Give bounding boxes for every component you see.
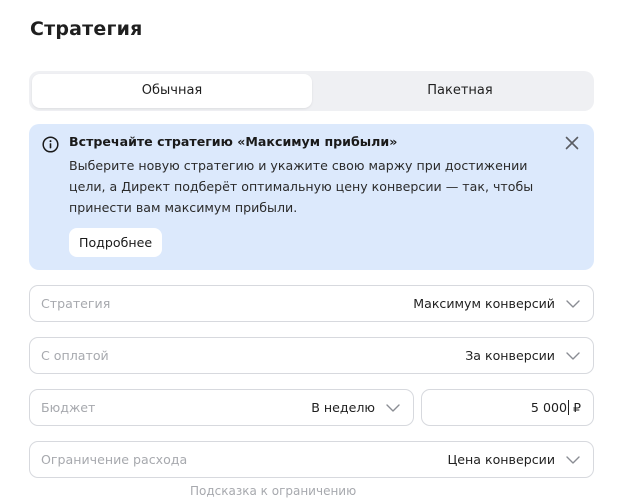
chevron-down-icon xyxy=(566,300,580,308)
budget-amount-value: 5 000 xyxy=(530,400,567,415)
hint-text: Подсказка к ограничению xyxy=(190,484,357,498)
spending-limit-value: Цена конверсии xyxy=(447,452,555,467)
strategy-label: Стратегия xyxy=(41,296,111,311)
chevron-down-icon xyxy=(566,352,580,360)
strategy-type-tabs: Обычная Пакетная xyxy=(29,71,594,111)
payment-value: За конверсии xyxy=(465,348,555,363)
payment-label: С оплатой xyxy=(41,348,109,363)
currency-symbol: ₽ xyxy=(572,400,581,415)
text-caret xyxy=(567,400,569,415)
banner-title: Встречайте стратегию «Максимум прибыли» xyxy=(69,134,398,149)
strategy-select[interactable]: Стратегия Максимум конверсий xyxy=(29,285,594,322)
chevron-down-icon xyxy=(386,404,400,412)
tab-package[interactable]: Пакетная xyxy=(329,74,591,108)
tab-regular[interactable]: Обычная xyxy=(32,74,312,108)
more-button[interactable]: Подробнее xyxy=(69,228,163,257)
spending-limit-label: Ограничение расхода xyxy=(41,452,188,467)
page-title: Стратегия xyxy=(30,18,143,40)
budget-amount-display: 5 000 ₽ xyxy=(531,390,581,425)
info-icon xyxy=(42,136,59,153)
spending-limit-select[interactable]: Ограничение расхода Цена конверсии xyxy=(29,441,594,478)
budget-amount-input[interactable]: 5 000 ₽ xyxy=(421,389,594,426)
chevron-down-icon xyxy=(566,456,580,464)
budget-period-value: В неделю xyxy=(311,400,375,415)
info-banner: Встречайте стратегию «Максимум прибыли» … xyxy=(29,124,594,270)
budget-period-select[interactable]: Бюджет В неделю xyxy=(29,389,414,426)
close-icon[interactable] xyxy=(564,135,580,151)
payment-select[interactable]: С оплатой За конверсии xyxy=(29,337,594,374)
strategy-value: Максимум конверсий xyxy=(413,296,555,311)
budget-label: Бюджет xyxy=(41,400,96,415)
banner-text: Выберите новую стратегию и укажите свою … xyxy=(69,158,534,215)
